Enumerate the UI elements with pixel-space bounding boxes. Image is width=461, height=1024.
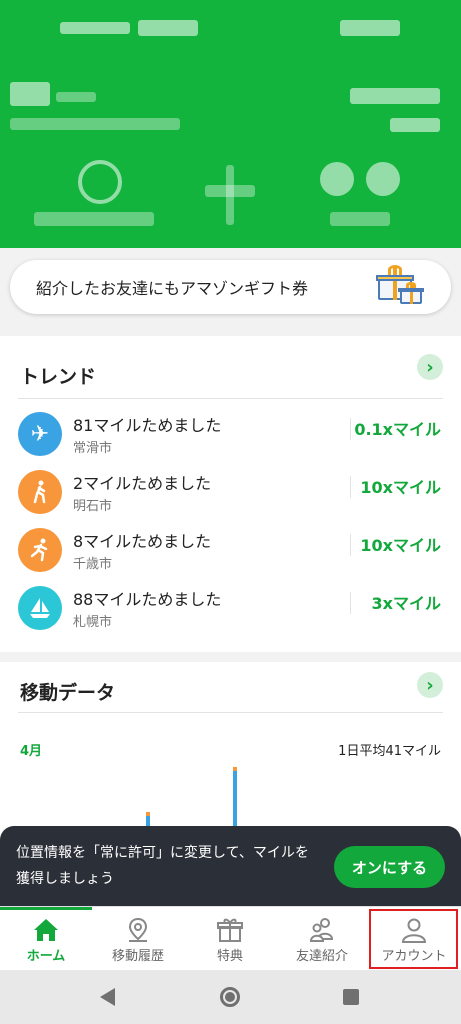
walking-icon [18, 470, 62, 514]
divider [350, 476, 351, 498]
banner-text: 紹介したお友達にもアマゾンギフト券 [36, 279, 309, 298]
running-icon [18, 528, 62, 572]
tab-label: 特典 [216, 949, 243, 964]
trend-more-chevron-icon[interactable]: › [417, 354, 443, 380]
trend-item-city: 千歳市 [73, 557, 113, 572]
airplane-icon: ✈ [18, 412, 62, 456]
list-item[interactable]: 2マイルためました 明石市 10xマイル [0, 464, 461, 522]
trend-item-title: 2マイルためました [73, 474, 212, 493]
obscured-text [330, 212, 390, 226]
movement-more-chevron-icon[interactable]: › [417, 672, 443, 698]
obscured-text [226, 165, 234, 225]
divider [350, 592, 351, 614]
obscured-graphic [366, 162, 400, 196]
obscured-text [56, 92, 96, 102]
tab-referral[interactable]: 友達紹介 [276, 907, 368, 971]
sailboat-icon [18, 586, 62, 630]
trend-item-city: 常滑市 [73, 441, 113, 456]
trend-item-title: 88マイルためました [73, 590, 222, 609]
chart-bar-cap-1 [233, 767, 237, 771]
friends-icon [309, 918, 334, 942]
tab-label: ホーム [26, 949, 66, 964]
divider [18, 712, 443, 713]
trend-title: トレンド [20, 366, 97, 388]
trend-item-city: 明石市 [73, 499, 113, 514]
gift-icon [217, 918, 243, 942]
trend-item-multiplier: 3xマイル [371, 594, 441, 613]
list-item[interactable]: 88マイルためました 札幌市 3xマイル [0, 580, 461, 638]
home-icon [34, 919, 58, 941]
obscured-text [34, 212, 154, 226]
trend-item-title: 81マイルためました [73, 416, 222, 435]
home-button-icon[interactable] [220, 987, 240, 1007]
tab-history[interactable]: 移動履歴 [92, 907, 184, 971]
trend-item-city: 札幌市 [73, 615, 113, 630]
enable-location-button[interactable]: オンにする [334, 846, 445, 888]
movement-chart [146, 767, 237, 830]
tab-home[interactable]: ホーム [0, 907, 92, 971]
chart-average-label: 1日平均41マイル [338, 744, 441, 759]
trend-item-multiplier: 10xマイル [360, 536, 441, 555]
obscured-text [340, 20, 400, 36]
back-icon[interactable] [100, 988, 115, 1006]
divider [18, 398, 443, 399]
status-header [0, 0, 461, 248]
obscured-text [10, 118, 180, 130]
tab-rewards[interactable]: 特典 [184, 907, 276, 971]
highlight-box [369, 909, 458, 969]
obscured-text [60, 22, 130, 34]
trend-item-title: 8マイルためました [73, 532, 212, 551]
gift-icon [398, 282, 424, 304]
system-navigation-bar [0, 970, 461, 1024]
referral-banner[interactable]: 紹介したお友達にもアマゾンギフト券 [10, 260, 451, 314]
chart-bar-cap-0 [146, 812, 150, 816]
trend-card: トレンド › ✈ 81マイルためました 常滑市 0.1xマイル 2マイルためまし… [0, 336, 461, 652]
trend-item-multiplier: 0.1xマイル [354, 420, 441, 439]
divider [350, 534, 351, 556]
tab-label: 友達紹介 [295, 949, 348, 964]
chart-month-label: 4月 [20, 744, 43, 759]
trend-item-multiplier: 10xマイル [360, 478, 441, 497]
divider [350, 418, 351, 440]
obscured-text [390, 118, 440, 132]
location-permission-toast: 位置情報を「常に許可」に変更して、マイルを獲得しましょう オンにする [0, 826, 461, 906]
tab-label: 移動履歴 [111, 949, 164, 964]
list-item[interactable]: 8マイルためました 千歳市 10xマイル [0, 522, 461, 580]
recent-apps-icon[interactable] [343, 989, 359, 1005]
obscured-graphic [320, 162, 354, 196]
list-item[interactable]: ✈ 81マイルためました 常滑市 0.1xマイル [0, 406, 461, 464]
obscured-text [350, 88, 440, 104]
map-pin-icon [128, 917, 148, 942]
obscured-text [138, 20, 198, 36]
chart-bar-1 [233, 770, 237, 830]
obscured-text [10, 82, 50, 106]
obscured-graphic [78, 160, 122, 204]
toast-message: 位置情報を「常に許可」に変更して、マイルを獲得しましょう [16, 845, 309, 887]
movement-title: 移動データ [20, 682, 116, 704]
